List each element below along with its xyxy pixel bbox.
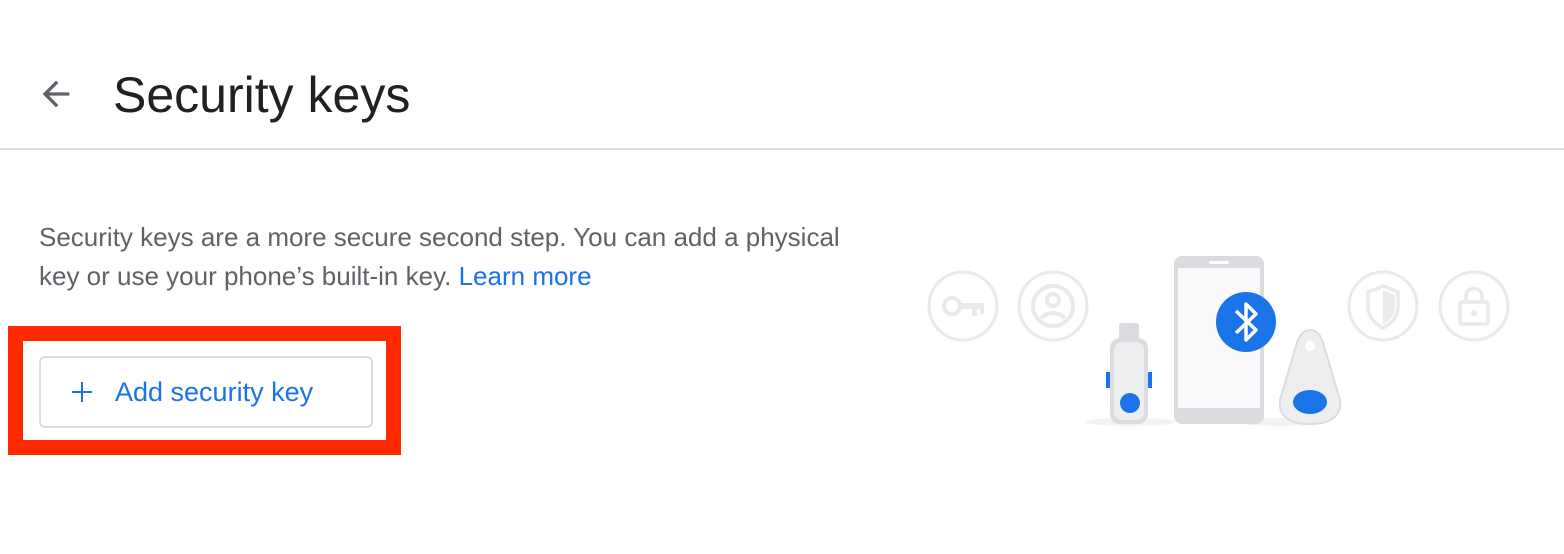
- bluetooth-icon: [1216, 292, 1276, 352]
- description-body: Security keys are a more secure second s…: [39, 222, 840, 291]
- page-header: Security keys: [0, 0, 1564, 150]
- learn-more-link[interactable]: Learn more: [459, 261, 592, 291]
- fob-security-key: [1278, 328, 1342, 426]
- add-security-key-button[interactable]: Add security key: [39, 356, 373, 428]
- account-icon: [1017, 270, 1089, 342]
- lock-icon: [1438, 270, 1510, 342]
- add-security-key-label: Add security key: [115, 376, 314, 407]
- shield-icon: [1347, 270, 1419, 342]
- arrow-back-icon: [36, 74, 76, 119]
- back-button[interactable]: [30, 70, 82, 122]
- security-keys-illustration: [920, 250, 1520, 430]
- plus-icon: [71, 381, 93, 403]
- description-text: Security keys are a more secure second s…: [39, 218, 859, 296]
- page-title: Security keys: [113, 67, 411, 123]
- usb-security-key: [1106, 323, 1152, 424]
- security-keys-page: Security keys Security keys are a more s…: [0, 0, 1564, 554]
- key-icon: [927, 270, 999, 342]
